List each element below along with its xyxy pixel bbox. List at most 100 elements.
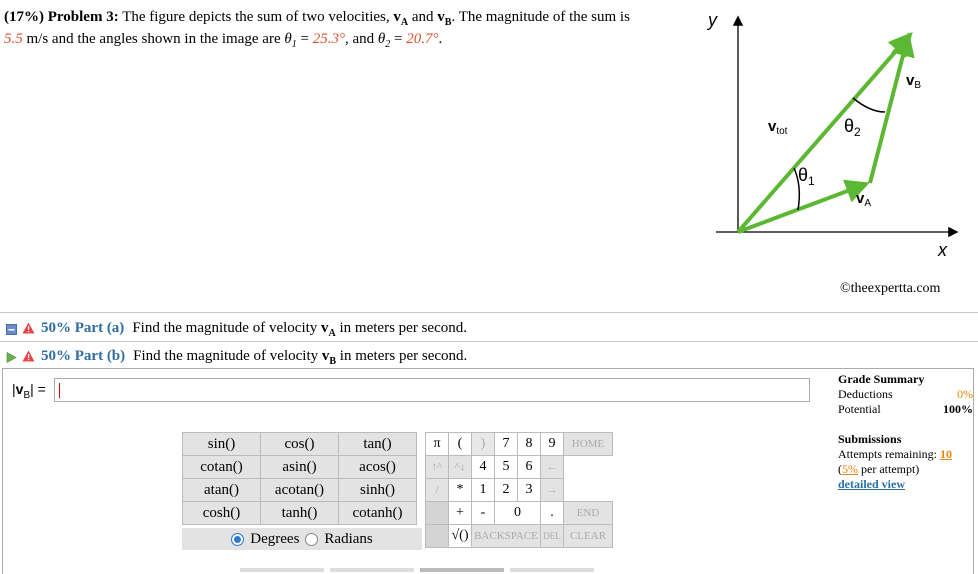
right-arrow-button[interactable]: → [540,478,564,502]
problem-text-1: The figure depicts the sum of two veloci… [122,9,390,25]
acotan-button[interactable]: acotan() [260,478,339,502]
equals-2: = [394,31,403,47]
problem-text-4: , and [344,31,375,47]
del-button[interactable]: DEL [540,524,564,548]
per-attempt-value: 5% [842,462,858,476]
numeric-keypad: π ( ) 7 8 9 HOME ↑^ ^↓ 4 5 6 ← / * 1 2 3… [425,432,613,548]
key-7[interactable]: 7 [494,432,518,456]
key-1[interactable]: 1 [471,478,495,502]
sqrt-button[interactable]: √() [448,524,472,548]
grade-title: Grade Summary [838,372,925,386]
label-va: vA [856,190,871,209]
key-4[interactable]: 4 [471,455,495,479]
spacer [425,501,449,525]
key-9[interactable]: 9 [540,432,564,456]
part-b-var: vB [321,347,337,367]
part-a-row[interactable]: 50% Part (a) Find the magnitude of veloc… [6,317,467,339]
plus-button[interactable]: + [448,501,472,525]
problem-title: Problem 3: [47,9,119,25]
part-a-text-before: Find the magnitude of velocity [132,319,318,336]
label-vb: vB [906,72,921,91]
label-theta2: θ2 [844,116,861,139]
backspace-button[interactable]: BACKSPACE [471,524,541,548]
attempts-label: Attempts remaining: [838,447,937,461]
problem-and: and [411,9,434,25]
key-2[interactable]: 2 [494,478,518,502]
divider [0,312,978,313]
pi-button[interactable]: π [425,432,449,456]
atan-button[interactable]: atan() [182,478,261,502]
problem-statement: (17%) Problem 3: The figure depicts the … [4,6,694,50]
potential-label: Potential [838,402,881,416]
angle-units: Degrees Radians [182,528,422,550]
function-keypad: sin() cos() tan() cotan() asin() acos() … [182,432,417,525]
key-0[interactable]: 0 [494,501,541,525]
expand-icon[interactable] [6,351,17,363]
theta2-symbol: θ2 [377,31,391,50]
clear-button[interactable]: CLEAR [563,524,613,548]
degrees-radio[interactable] [231,532,245,546]
potential-value: 100% [943,402,973,416]
tan-button[interactable]: tan() [338,432,417,456]
spacer [425,524,449,548]
sin-button[interactable]: sin() [182,432,261,456]
problem-text-3: m/s and the angles shown in the image ar… [26,31,281,47]
dot-button[interactable]: . [540,501,564,525]
attempts-value: 10 [939,447,952,461]
cos-button[interactable]: cos() [260,432,339,456]
key-8[interactable]: 8 [517,432,541,456]
deductions-value: 0% [957,387,973,401]
left-arrow-button[interactable]: ← [540,455,564,479]
rparen-button[interactable]: ) [471,432,495,456]
var-va: vA [393,9,409,28]
collapse-icon[interactable] [6,323,17,335]
magnitude-value: 5.5 [4,31,23,47]
warning-icon [22,322,35,334]
lparen-button[interactable]: ( [448,432,472,456]
grade-summary: Grade Summary Deductions 0% Potential 100%… [838,372,973,491]
star-button[interactable]: * [448,478,472,502]
end-button[interactable]: END [563,501,613,525]
minus-button[interactable]: - [471,501,495,525]
radians-radio[interactable] [305,532,319,546]
up-button[interactable]: ↑^ [425,455,449,479]
answer-input[interactable] [54,378,810,402]
part-b-text-after: in meters per second. [339,347,468,364]
theta1-value: 25.3° [312,31,345,47]
degrees-label: Degrees [250,530,300,547]
copyright-credit: ©theexpertta.com [840,281,941,296]
warning-icon [22,350,35,362]
part-a-text-after: in meters per second. [339,319,467,336]
key-5[interactable]: 5 [494,455,518,479]
y-axis-label: y [706,10,718,30]
cotan-button[interactable]: cotan() [182,455,261,479]
part-a-var: vA [321,319,336,339]
sinh-button[interactable]: sinh() [338,478,417,502]
divider [0,341,978,342]
home-button[interactable]: HOME [563,432,613,456]
part-b-text-before: Find the magnitude of velocity [133,347,319,364]
label-theta1: θ1 [798,165,815,188]
vector-diagram: y x vtot vB vA θ1 θ2 [706,10,959,260]
problem-period: . [438,31,443,47]
detailed-view-link[interactable]: detailed view [838,477,905,491]
key-6[interactable]: 6 [517,455,541,479]
tanh-button[interactable]: tanh() [260,501,339,525]
slash-button[interactable]: / [425,478,449,502]
problem-text-2: . The magnitude of the sum is [451,9,630,25]
part-b-row[interactable]: 50% Part (b) Find the magnitude of veloc… [6,345,467,367]
per-attempt-text: per attempt) [861,462,920,476]
cotanh-button[interactable]: cotanh() [338,501,417,525]
down-button[interactable]: ^↓ [448,455,472,479]
key-3[interactable]: 3 [517,478,541,502]
theta2-value: 20.7° [406,31,439,47]
part-a-label: 50% Part (a) [41,319,125,336]
deductions-label: Deductions [838,387,893,401]
asin-button[interactable]: asin() [260,455,339,479]
problem-percent: (17%) [4,9,44,25]
radians-label: Radians [324,530,373,547]
cosh-button[interactable]: cosh() [182,501,261,525]
var-vb: vB [437,9,452,28]
acos-button[interactable]: acos() [338,455,417,479]
equals-1: = [300,31,309,47]
